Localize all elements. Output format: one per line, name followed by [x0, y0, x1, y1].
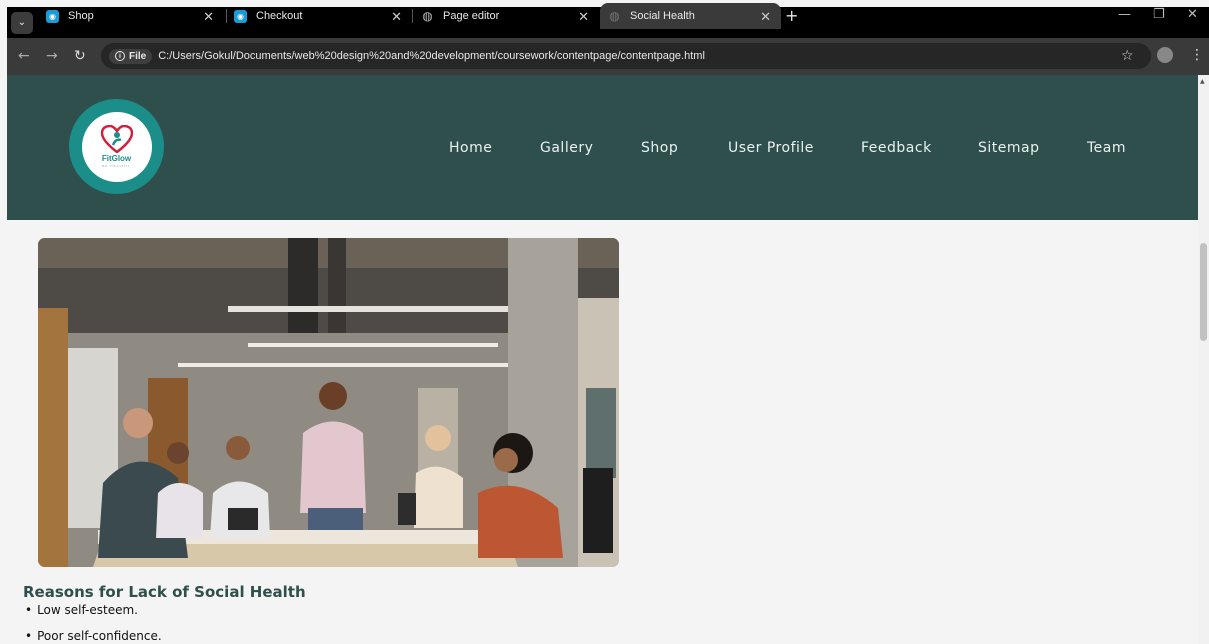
nav-link-shop[interactable]: Shop — [641, 140, 678, 156]
close-icon[interactable]: ✕ — [760, 9, 771, 25]
section-title: Reasons for Lack of Social Health — [23, 583, 306, 601]
omnibox[interactable]: i File C:/Users/Gokul/Documents/web%20de… — [101, 43, 1151, 69]
close-icon[interactable]: ✕ — [578, 9, 589, 25]
tab-label: Social Health — [630, 10, 695, 22]
tab-label: Page editor — [443, 10, 500, 22]
new-tab-icon[interactable]: + — [785, 6, 798, 25]
reload-icon[interactable]: ↻ — [74, 48, 86, 64]
tab-label: Checkout — [256, 10, 303, 22]
app-icon: ◉ — [46, 9, 59, 23]
site-logo[interactable]: FitGlow BE HEALTHY — [69, 99, 164, 194]
nav-link-feedback[interactable]: Feedback — [861, 140, 932, 156]
bookmark-star-icon[interactable]: ☆ — [1121, 48, 1134, 64]
list-item: Low self-esteem. — [25, 602, 162, 628]
logo-subtext: BE HEALTHY — [102, 164, 131, 168]
tab-label: Shop — [68, 10, 94, 22]
globe-icon: ◍ — [422, 9, 433, 23]
url-text: C:/Users/Gokul/Documents/web%20design%20… — [158, 50, 705, 62]
site-chip-label: File — [129, 50, 147, 62]
nav-link-home[interactable]: Home — [449, 140, 492, 156]
logo-badge: FitGlow BE HEALTHY — [81, 111, 152, 182]
info-icon: i — [115, 51, 125, 61]
nav-link-user-profile[interactable]: User Profile — [728, 140, 814, 156]
hero-image-office-meeting — [38, 238, 619, 567]
scroll-thumb[interactable] — [1200, 243, 1207, 341]
close-window-icon[interactable]: ✕ — [1187, 7, 1198, 22]
address-bar: ← → ↻ i File C:/Users/Gokul/Documents/we… — [7, 38, 1209, 75]
tab-checkout[interactable]: ◉ Checkout ✕ — [226, 3, 412, 29]
page-viewport: FitGlow BE HEALTHY Home Gallery Shop Use… — [7, 75, 1198, 644]
restore-icon[interactable]: ❐ — [1153, 7, 1165, 22]
tab-social-health[interactable]: ◍ Social Health ✕ — [600, 3, 781, 29]
reasons-list: Low self-esteem. Poor self-confidence. — [25, 602, 162, 644]
scroll-up-icon[interactable]: ▲ — [1200, 78, 1205, 85]
logo-text: FitGlow — [101, 154, 132, 163]
globe-icon: ◍ — [609, 9, 620, 23]
tab-page-editor[interactable]: ◍ Page editor ✕ — [413, 3, 599, 29]
heart-logo-icon — [100, 125, 133, 153]
list-item: Poor self-confidence. — [25, 628, 162, 644]
back-icon[interactable]: ← — [18, 48, 30, 64]
close-icon[interactable]: ✕ — [203, 9, 214, 25]
forward-icon[interactable]: → — [46, 48, 58, 64]
profile-avatar[interactable] — [1157, 47, 1173, 63]
nav-link-gallery[interactable]: Gallery — [540, 140, 593, 156]
tab-shop[interactable]: ◉ Shop ✕ — [38, 3, 224, 29]
nav-link-team[interactable]: Team — [1087, 140, 1126, 156]
site-header: FitGlow BE HEALTHY Home Gallery Shop Use… — [7, 75, 1198, 220]
page-scrollbar[interactable]: ▲ — [1198, 75, 1209, 644]
app-icon: ◉ — [234, 9, 247, 23]
site-info-chip[interactable]: i File — [109, 48, 153, 64]
nav-link-sitemap[interactable]: Sitemap — [978, 140, 1039, 156]
close-icon[interactable]: ✕ — [391, 9, 402, 25]
menu-icon[interactable]: ⋮ — [1190, 47, 1204, 63]
tab-search-button[interactable]: ⌄ — [11, 11, 33, 34]
minimize-icon[interactable]: — — [1118, 7, 1131, 22]
